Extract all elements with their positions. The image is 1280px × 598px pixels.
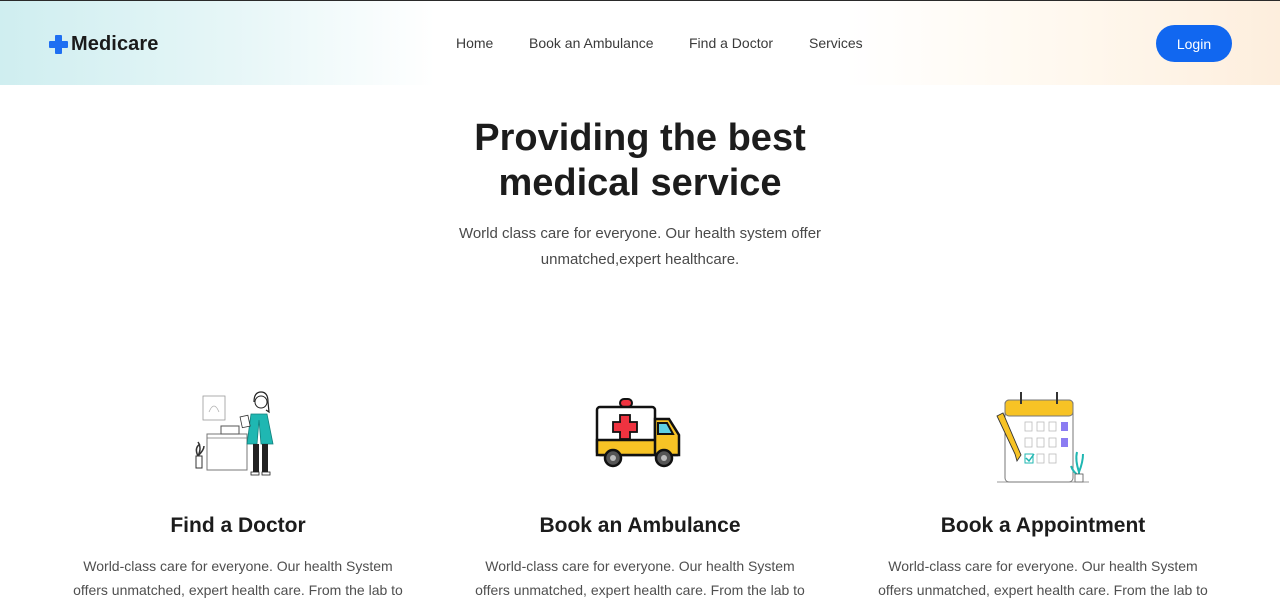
plus-icon xyxy=(49,34,68,54)
brand-name: Medicare xyxy=(71,32,159,55)
nav-home[interactable]: Home xyxy=(456,35,493,51)
card-description-line-1: World-class care for everyone. Our healt… xyxy=(485,558,795,574)
hero-subtitle-line-1: World class care for everyone. Our healt… xyxy=(458,225,822,242)
hero-title: Providing the best medical service xyxy=(340,116,940,206)
card-description: World-class care for everyone. Our healt… xyxy=(460,554,820,598)
hero-title-line-1: Providing the best xyxy=(474,117,806,159)
hero-subtitle-line-2: unmatched,expert healthcare. xyxy=(540,251,740,268)
card-title: Book a Appointment xyxy=(940,514,1146,537)
nav-book-ambulance[interactable]: Book an Ambulance xyxy=(529,35,654,51)
nav-find-doctor[interactable]: Find a Doctor xyxy=(689,35,773,51)
hero-title-line-2: medical service xyxy=(498,162,782,204)
card-description-line-1: World-class care for everyone. Our healt… xyxy=(888,558,1198,574)
card-title: Find a Doctor xyxy=(170,514,306,537)
card-description-line-2: offers unmatched, expert health care. Fr… xyxy=(878,582,1208,598)
card-description-line-2: offers unmatched, expert health care. Fr… xyxy=(475,582,805,598)
brand-logo[interactable]: Medicare xyxy=(49,31,159,57)
card-description: World-class care for everyone. Our healt… xyxy=(58,554,418,598)
hero-subtitle: World class care for everyone. Our healt… xyxy=(420,221,860,273)
ambulance-illustration-icon xyxy=(595,398,681,468)
navbar: Medicare Home Book an Ambulance Find a D… xyxy=(0,1,1280,85)
card-title: Book an Ambulance xyxy=(539,514,741,537)
calendar-illustration-icon xyxy=(996,392,1089,483)
card-description: World-class care for everyone. Our healt… xyxy=(863,554,1223,598)
login-button[interactable]: Login xyxy=(1156,25,1232,62)
doctor-illustration-icon xyxy=(195,391,274,476)
card-description-line-1: World-class care for everyone. Our healt… xyxy=(83,558,393,574)
card-description-line-2: offers unmatched, expert health care. Fr… xyxy=(73,582,403,598)
nav-services[interactable]: Services xyxy=(809,35,863,51)
